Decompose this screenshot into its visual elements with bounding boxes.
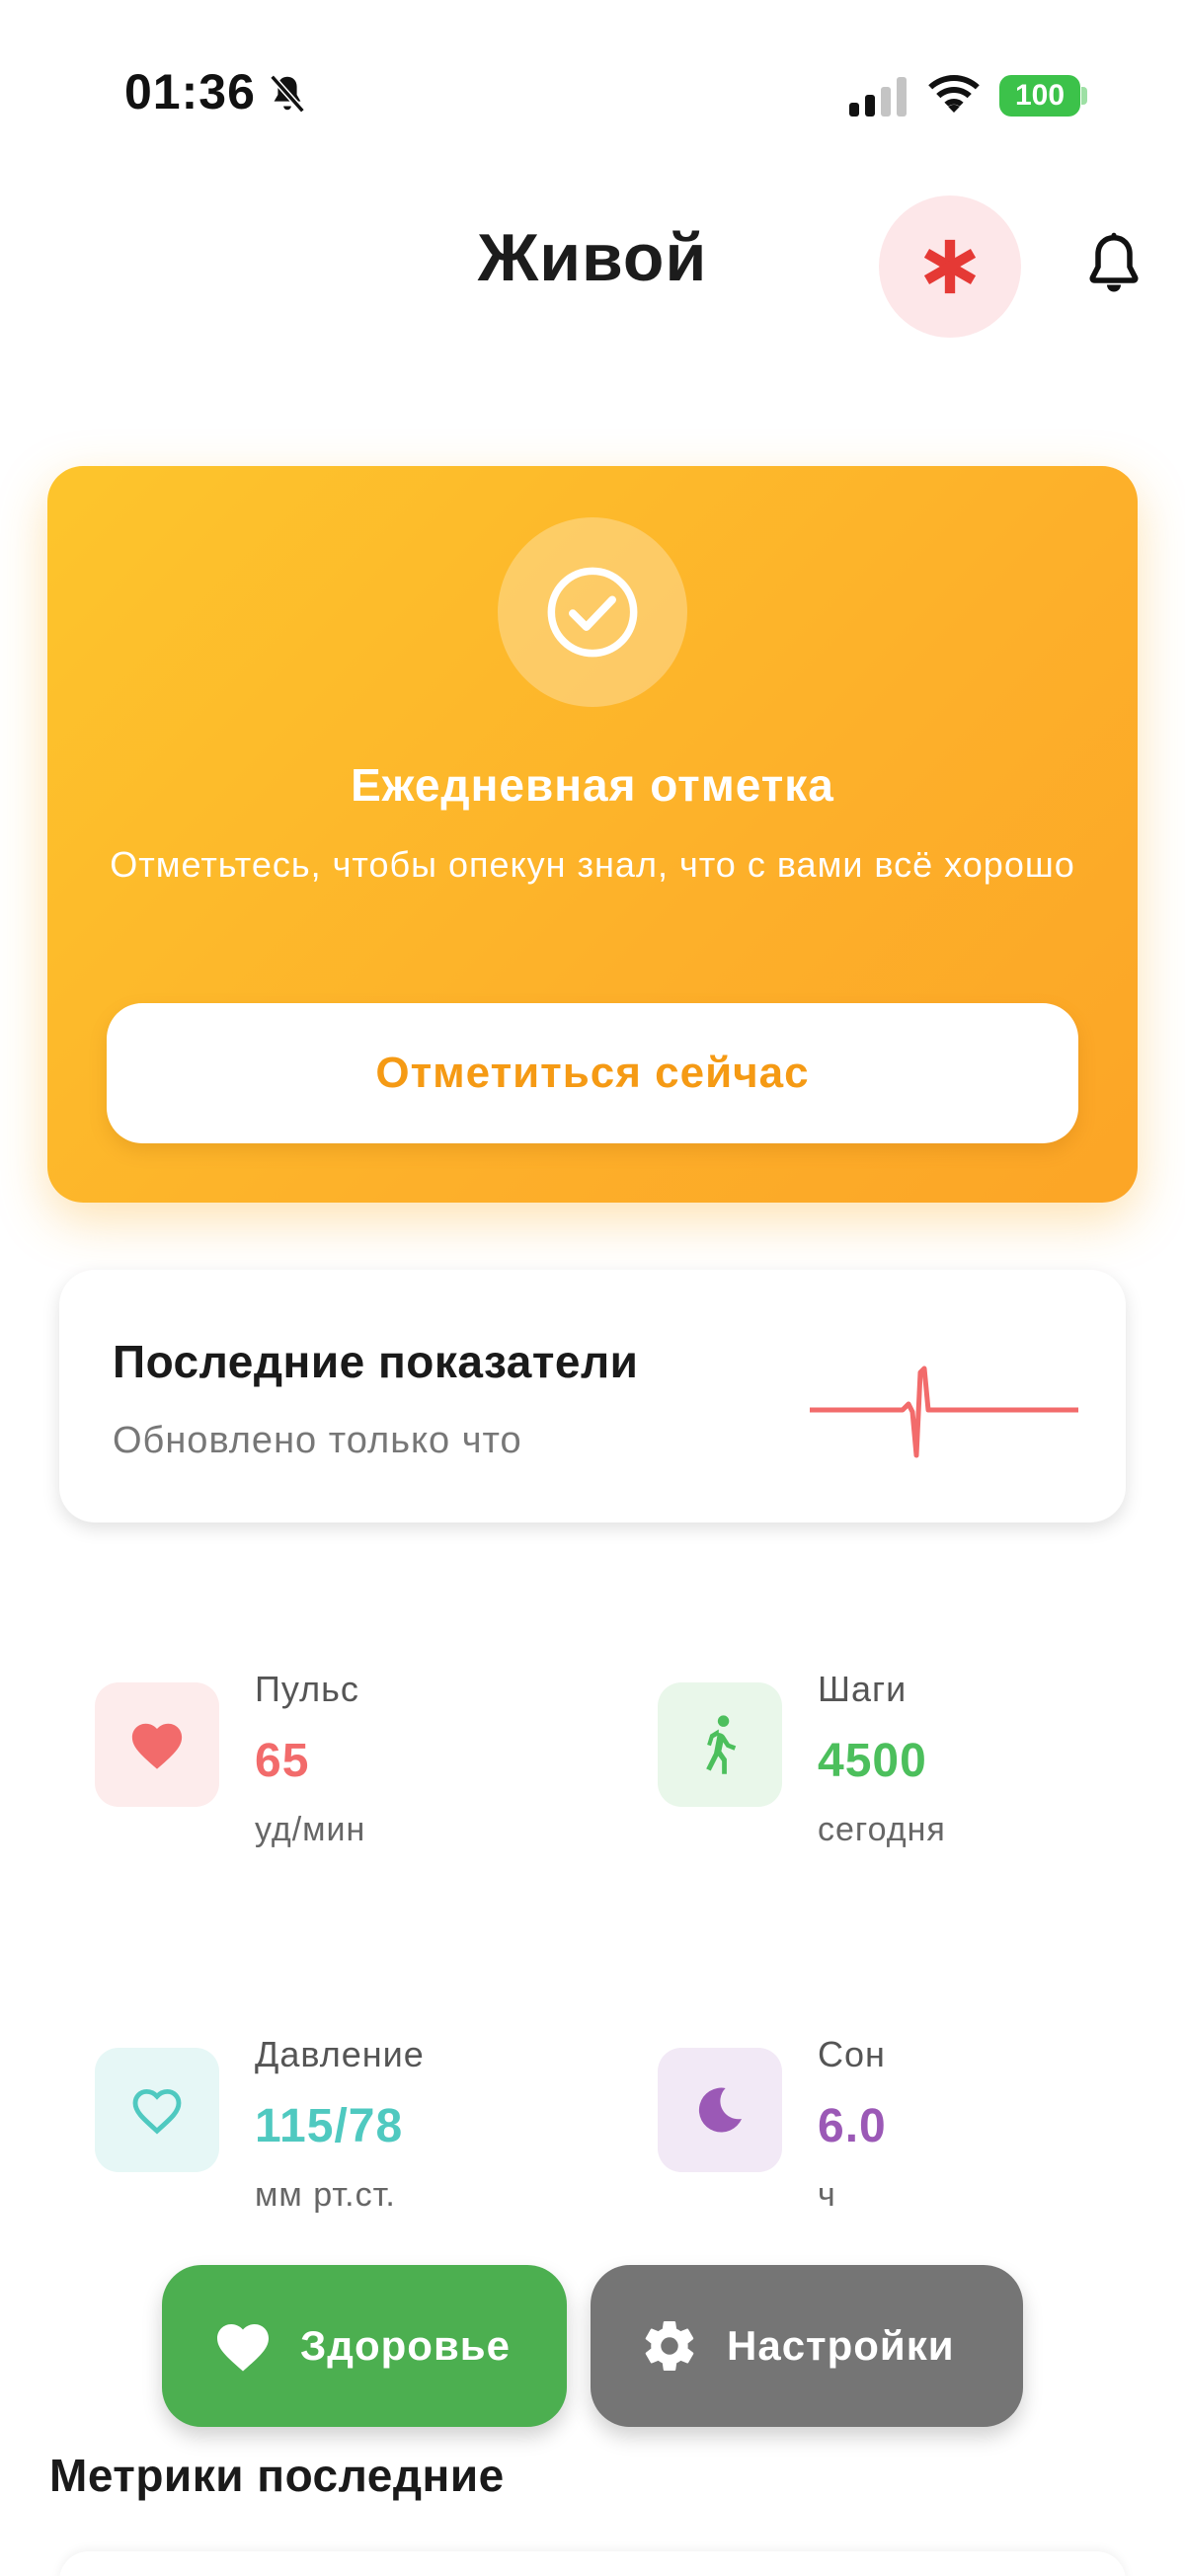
metrics-list-card: [59, 2551, 1126, 2576]
latest-metrics-updated: Обновлено только что: [113, 1420, 522, 1461]
section-title-recent-metrics: Метрики последние: [49, 2450, 505, 2501]
heart-icon: [217, 2324, 269, 2372]
checkin-now-button[interactable]: Отметиться сейчас: [107, 1003, 1078, 1143]
check-circle-icon: [547, 567, 638, 658]
metric-label: Давление: [255, 2034, 425, 2074]
heart-icon: [131, 1723, 183, 1769]
metric-steps[interactable]: Шаги 4500 сегодня: [658, 1669, 1132, 1866]
moon-icon: [698, 2087, 743, 2133]
checkin-title: Ежедневная отметка: [351, 759, 834, 811]
bell-icon[interactable]: [1084, 231, 1144, 296]
metric-unit: уд/мин: [255, 1811, 366, 1848]
status-time: 01:36: [124, 64, 256, 119]
nav-health-label: Здоровье: [300, 2322, 511, 2369]
metric-unit: мм рт.ст.: [255, 2176, 396, 2214]
latest-metrics-title: Последние показатели: [113, 1336, 639, 1387]
wifi-icon: [928, 75, 980, 113]
checkin-badge: [498, 517, 687, 707]
gear-icon: [645, 2321, 694, 2372]
nav-settings-button[interactable]: Настройки: [591, 2265, 1023, 2427]
nav-health-button[interactable]: Здоровье: [162, 2265, 567, 2427]
heart-outline-icon: [132, 2088, 182, 2135]
battery-level: 100: [999, 75, 1080, 117]
latest-metrics-card[interactable]: Последние показатели Обновлено только чт…: [59, 1270, 1126, 1522]
daily-checkin-card: Ежедневная отметка Отметьтесь, чтобы опе…: [47, 466, 1138, 1203]
metric-value: 65: [255, 1735, 310, 1787]
cellular-signal-icon: [849, 77, 907, 117]
status-bar: 01:36 100: [0, 0, 1185, 188]
nav-settings-label: Настройки: [727, 2322, 955, 2369]
metric-value: 115/78: [255, 2100, 404, 2152]
metric-icon-box: [658, 2048, 782, 2172]
battery-icon: [1081, 87, 1087, 105]
metric-pulse[interactable]: Пульс 65 уд/мин: [95, 1669, 569, 1866]
metric-value: 4500: [818, 1735, 927, 1787]
metric-sleep[interactable]: Сон 6.0 ч: [658, 2034, 1132, 2231]
metric-label: Шаги: [818, 1669, 908, 1709]
metric-label: Пульс: [255, 1669, 359, 1709]
metric-value: 6.0: [818, 2100, 887, 2152]
checkin-subtitle: Отметьтесь, чтобы опекун знал, что с вам…: [110, 844, 1075, 885]
bell-slash-icon: [270, 74, 305, 114]
metric-icon-box: [95, 2048, 219, 2172]
metric-pressure[interactable]: Давление 115/78 мм рт.ст.: [95, 2034, 569, 2231]
metric-unit: ч: [818, 2176, 836, 2214]
sos-button[interactable]: [879, 195, 1021, 338]
metric-icon-box: [95, 1682, 219, 1807]
ecg-icon: [810, 1366, 1078, 1458]
sos-asterisk-icon: [923, 239, 977, 294]
metric-label: Сон: [818, 2034, 886, 2074]
metric-icon-box: [658, 1682, 782, 1807]
metric-unit: сегодня: [818, 1811, 946, 1848]
walking-icon: [706, 1715, 737, 1774]
